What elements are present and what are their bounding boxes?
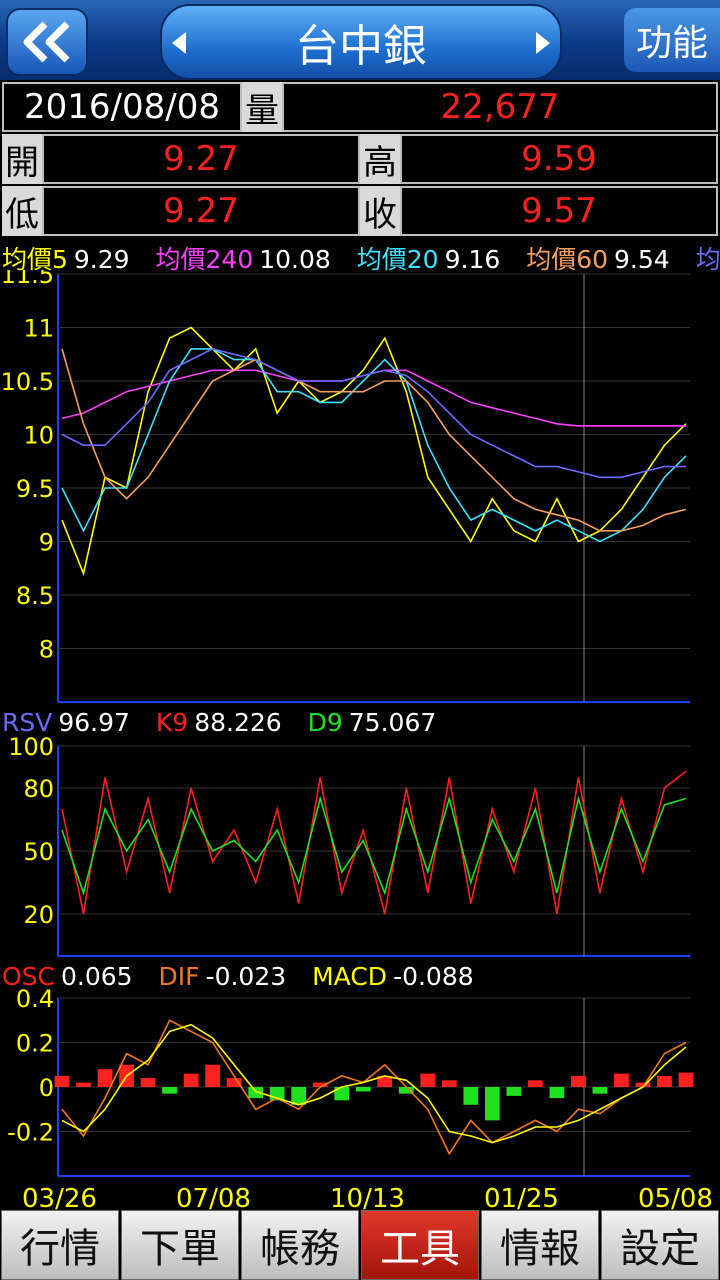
macd-y-tick: -0.2 [7,1119,54,1147]
close-label: 收 [360,186,400,236]
price-y-tick: 10 [23,422,54,450]
nav-order[interactable]: 下單 [121,1210,239,1280]
osc-bar [484,1087,500,1121]
close-value: 9.57 [400,186,718,236]
osc-bar [657,1075,672,1087]
osc-bar [678,1072,694,1087]
macd-y-tick: 0.4 [16,985,54,1013]
price-y-tick: 8.5 [16,582,54,610]
osc-bar [140,1078,156,1087]
osc-bar [183,1073,199,1087]
osc-bar [355,1087,371,1092]
nav-account[interactable]: 帳務 [241,1210,359,1280]
low-text: 9.27 [163,191,239,231]
high-label: 高 [360,134,400,184]
osc-bar [441,1080,457,1087]
nav-news[interactable]: 情報 [481,1210,599,1280]
double-chevron-left-icon [23,21,70,63]
kd-series-D9 [61,795,687,896]
osc-bar [291,1087,307,1105]
kd-y-tick: 20 [23,901,54,929]
price-y-tick: 9.5 [16,475,54,503]
kd-y-tick: 80 [23,775,54,803]
stock-selector[interactable]: 台中銀 [160,4,562,80]
date-field: 2016/08/08 [2,82,242,132]
price-series-均價5 [61,326,687,577]
open-label: 開 [2,134,42,184]
macd-y-tick: 0 [39,1074,54,1102]
open-value: 9.27 [42,134,360,184]
next-stock-icon[interactable] [536,32,550,54]
close-text: 9.57 [521,191,597,231]
osc-bar [162,1087,177,1094]
volume-label: 量 [242,82,282,132]
osc-bar [549,1087,565,1099]
osc-bar [97,1069,113,1087]
nav-settings[interactable]: 設定 [601,1210,719,1280]
kd-y-tick: 50 [23,838,54,866]
osc-bar [205,1064,220,1087]
volume-value: 22,677 [282,82,718,132]
high-value: 9.59 [400,134,718,184]
low-label: 低 [2,186,42,236]
high-text: 9.59 [521,139,597,179]
price-y-tick: 10.5 [1,368,54,396]
price-y-tick: 8 [39,636,54,664]
date-value: 2016/08/08 [24,87,220,127]
osc-bar [463,1087,479,1105]
kd-series-K9 [61,770,687,915]
osc-bar [54,1075,70,1087]
prev-stock-icon[interactable] [172,32,186,54]
function-button[interactable]: 功能 [624,8,720,72]
kd-y-tick: 100 [8,733,54,761]
back-button[interactable] [6,8,88,76]
price-series-均價20 [61,348,687,543]
nav-quote[interactable]: 行情 [1,1210,119,1280]
stock-title: 台中銀 [295,21,427,72]
osc-bar [571,1075,586,1087]
osc-bar [76,1082,91,1087]
volume-text: 22,677 [440,87,560,127]
bottom-nav: 行情 下單 帳務 工具 情報 設定 [0,1210,720,1280]
price-y-tick: 11.5 [1,270,54,289]
open-text: 9.27 [163,139,239,179]
price-y-tick: 11 [23,315,54,343]
macd-y-tick: 0.2 [16,1030,54,1058]
osc-bar [420,1073,436,1087]
price-series-均 [61,348,686,479]
price-y-tick: 9 [39,529,54,557]
osc-bar [614,1073,629,1087]
osc-bar [528,1080,543,1087]
low-value: 9.27 [42,186,360,236]
osc-bar [592,1087,608,1094]
stock-chart[interactable]: 11.5 11 10.5 10 9.5 9 8.5 8 100 80 50 20 0.4 0.2 0 -0.2 [0,270,720,1210]
osc-bar [506,1087,522,1096]
nav-tools[interactable]: 工具 [361,1210,479,1280]
price-series-均價60 [61,348,687,532]
